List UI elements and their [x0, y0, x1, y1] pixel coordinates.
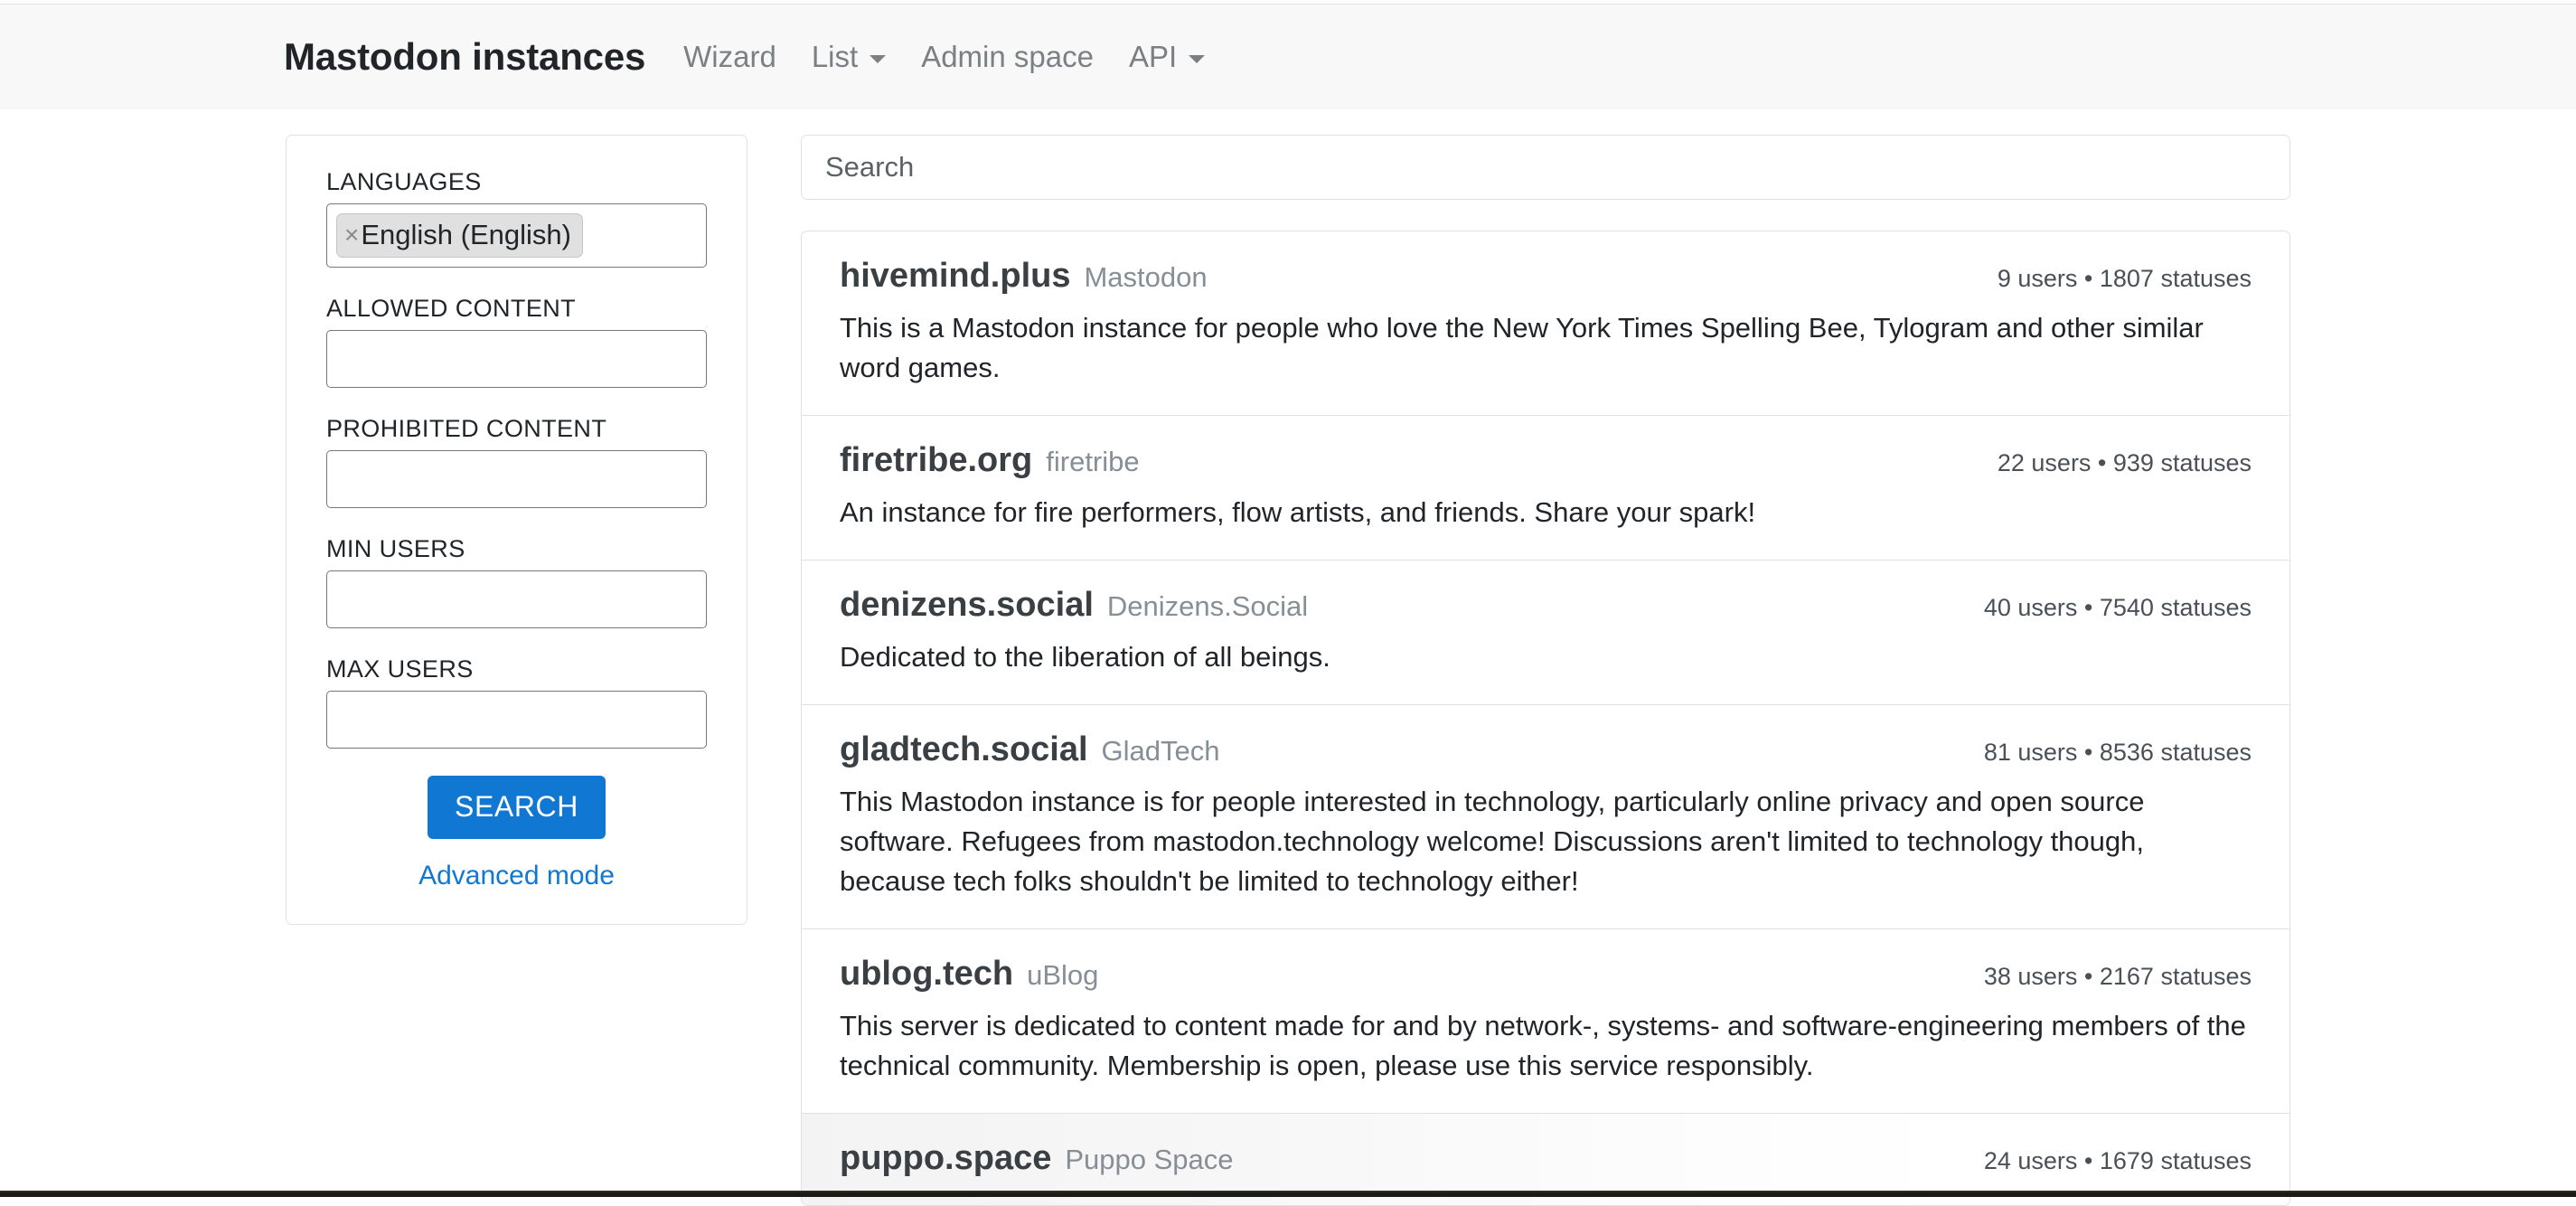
nav-link-label: Wizard [683, 40, 776, 74]
filters-panel: LANGUAGES × English (English) ALLOWED CO… [286, 135, 747, 925]
language-tag[interactable]: × English (English) [336, 213, 583, 258]
allowed-content-input[interactable] [326, 330, 707, 388]
prohibited-content-label: PROHIBITED CONTENT [326, 415, 707, 443]
instance-description: An instance for fire performers, flow ar… [840, 493, 2252, 532]
nav-link-label: Admin space [921, 40, 1094, 74]
result-row[interactable]: denizens.social Denizens.Social 40 users •… [802, 561, 2289, 705]
instance-domain[interactable]: denizens.social [840, 586, 1094, 625]
result-row[interactable]: firetribe.org firetribe 22 users • 939 sta… [802, 416, 2289, 561]
result-title: denizens.social Denizens.Social [840, 586, 1308, 625]
instance-stats: 22 users • 939 statuses [1970, 449, 2252, 477]
chevron-down-icon [1189, 55, 1205, 63]
result-row[interactable]: ublog.tech uBlog 38 users • 2167 statuses T… [802, 929, 2289, 1114]
instance-stats: 24 users • 1679 statuses [1957, 1147, 2252, 1175]
page-body: LANGUAGES × English (English) ALLOWED CO… [0, 109, 2576, 1197]
remove-language-icon[interactable]: × [344, 220, 359, 250]
instance-name: uBlog [1027, 959, 1098, 992]
result-title: ublog.tech uBlog [840, 955, 1098, 994]
instance-description: This Mastodon instance is for people int… [840, 782, 2252, 901]
result-title: puppo.space Puppo Space [840, 1139, 1234, 1178]
result-header: ublog.tech uBlog 38 users • 2167 statuses [840, 955, 2252, 994]
result-header: denizens.social Denizens.Social 40 users •… [840, 586, 2252, 625]
result-title: hivemind.plus Mastodon [840, 257, 1208, 296]
min-users-input[interactable] [326, 570, 707, 628]
top-navbar: Mastodon instances Wizard List Admin space… [0, 4, 2576, 109]
instance-domain[interactable]: puppo.space [840, 1139, 1051, 1178]
allowed-content-label: ALLOWED CONTENT [326, 295, 707, 323]
chevron-down-icon [870, 55, 886, 63]
result-title: gladtech.social GladTech [840, 730, 1220, 769]
instance-stats: 81 users • 8536 statuses [1957, 739, 2252, 767]
result-header: firetribe.org firetribe 22 users • 939 sta… [840, 441, 2252, 480]
advanced-mode-link[interactable]: Advanced mode [326, 861, 707, 891]
result-header: hivemind.plus Mastodon 9 users • 1807 stat… [840, 257, 2252, 296]
results-list: hivemind.plus Mastodon 9 users • 1807 stat… [801, 231, 2290, 1206]
bottom-seam [0, 1191, 2576, 1192]
nav-links: Wizard List Admin space API [683, 40, 1205, 74]
instance-name: Puppo Space [1065, 1144, 1233, 1176]
browser-bottom-edge [0, 1191, 2576, 1197]
languages-input[interactable]: × English (English) [326, 203, 707, 268]
nav-link-wizard[interactable]: Wizard [683, 40, 776, 74]
search-input[interactable] [801, 135, 2290, 200]
instance-description: This server is dedicated to content made… [840, 1006, 2252, 1086]
results-column: hivemind.plus Mastodon 9 users • 1807 stat… [801, 135, 2290, 1206]
instance-stats: 9 users • 1807 statuses [1970, 265, 2252, 293]
instance-name: Mastodon [1084, 261, 1207, 294]
nav-link-label: List [812, 40, 858, 74]
result-row[interactable]: gladtech.social GladTech 81 users • 8536 s… [802, 705, 2289, 929]
prohibited-content-input[interactable] [326, 450, 707, 508]
instance-name: Denizens.Social [1107, 590, 1308, 623]
result-row[interactable]: hivemind.plus Mastodon 9 users • 1807 stat… [802, 231, 2289, 416]
nav-link-api[interactable]: API [1129, 40, 1205, 74]
instance-domain[interactable]: hivemind.plus [840, 257, 1070, 296]
max-users-input[interactable] [326, 691, 707, 749]
search-button[interactable]: SEARCH [428, 776, 606, 839]
instance-stats: 38 users • 2167 statuses [1957, 963, 2252, 991]
instance-description: Dedicated to the liberation of all being… [840, 637, 2252, 677]
instance-domain[interactable]: ublog.tech [840, 955, 1013, 994]
nav-link-label: API [1129, 40, 1177, 74]
nav-link-admin-space[interactable]: Admin space [921, 40, 1094, 74]
result-header: puppo.space Puppo Space 24 users • 1679 st… [840, 1139, 2252, 1178]
site-brand[interactable]: Mastodon instances [284, 35, 645, 79]
search-button-wrap: SEARCH [326, 776, 707, 839]
languages-label: LANGUAGES [326, 168, 707, 196]
instance-domain[interactable]: firetribe.org [840, 441, 1032, 480]
instance-name: GladTech [1102, 735, 1220, 768]
max-users-label: MAX USERS [326, 655, 707, 683]
instance-name: firetribe [1046, 446, 1139, 478]
nav-link-list[interactable]: List [812, 40, 886, 74]
result-title: firetribe.org firetribe [840, 441, 1140, 480]
instance-stats: 40 users • 7540 statuses [1957, 594, 2252, 622]
instance-domain[interactable]: gladtech.social [840, 730, 1088, 769]
instance-description: This is a Mastodon instance for people w… [840, 308, 2252, 388]
result-header: gladtech.social GladTech 81 users • 8536 s… [840, 730, 2252, 769]
language-tag-label: English (English) [361, 218, 571, 251]
min-users-label: MIN USERS [326, 535, 707, 563]
